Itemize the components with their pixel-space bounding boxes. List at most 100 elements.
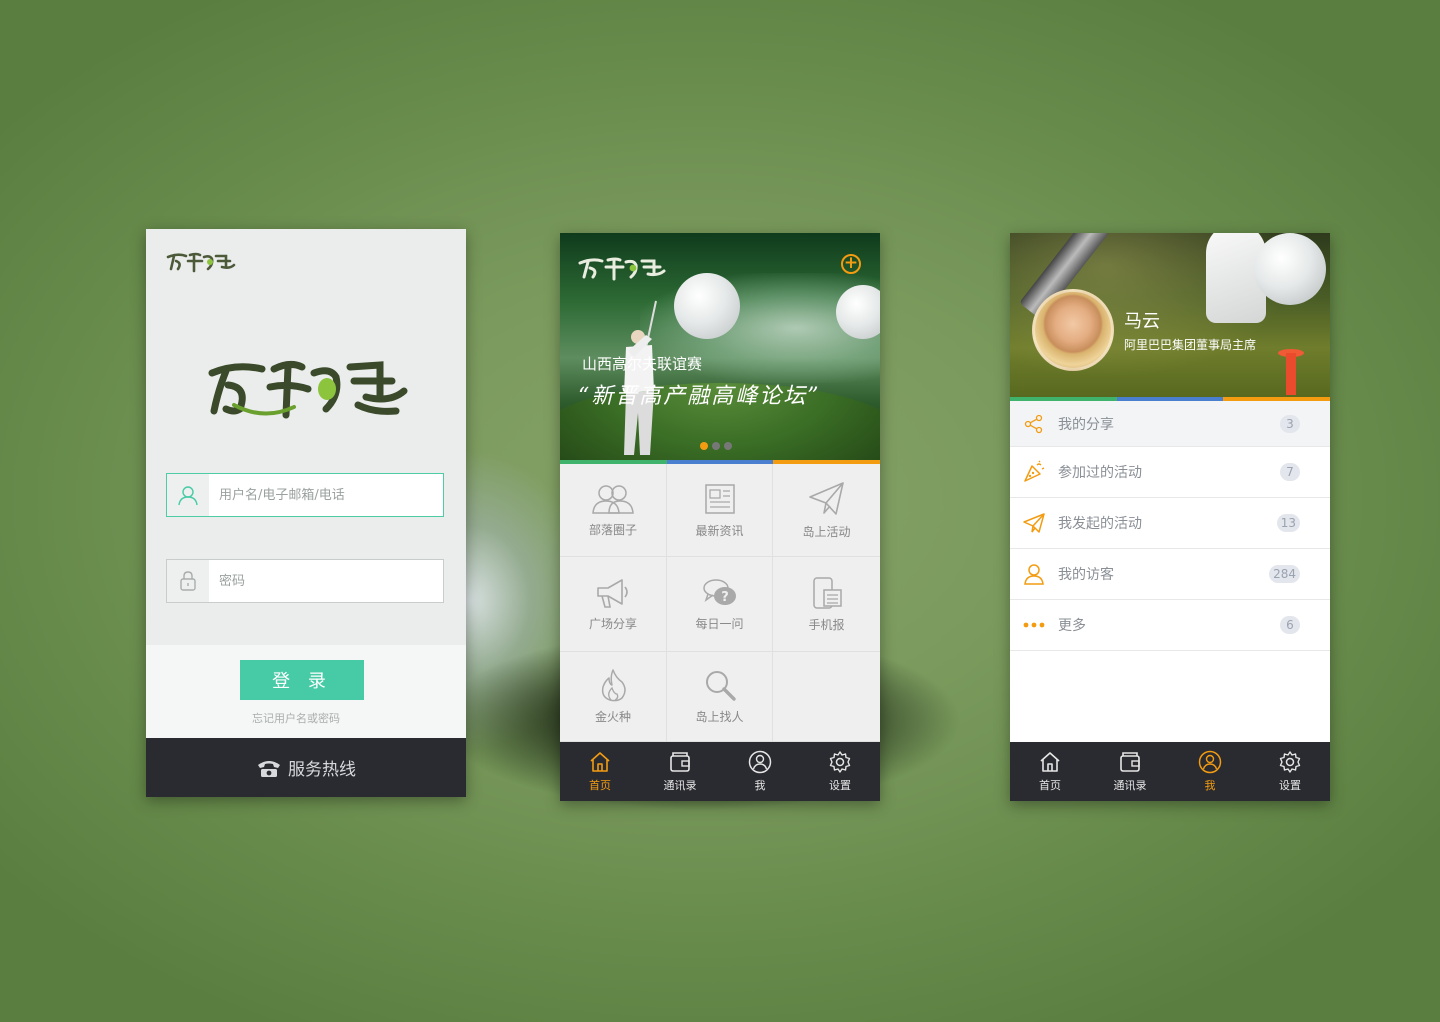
- profile-screen: 马云 阿里巴巴集团董事局主席 我的分享 3 参加过的活动 7 我发起的活动 13…: [1010, 233, 1330, 801]
- home-icon: [1040, 752, 1060, 772]
- tab-contacts[interactable]: 通讯录: [1090, 742, 1170, 801]
- tab-settings[interactable]: 设置: [800, 742, 880, 801]
- grid-item-label: 岛上找人: [695, 710, 744, 724]
- login-screen: 登 录 忘记用户名或密码 服务热线: [146, 229, 466, 797]
- grid-item-mobile-news[interactable]: 手机报: [773, 557, 880, 652]
- username-input[interactable]: [219, 474, 439, 516]
- profile-menu: 我的分享 3 参加过的活动 7 我发起的活动 13 我的访客 284 更多 6: [1010, 401, 1330, 651]
- profile-title: 阿里巴巴集团董事局主席: [1124, 338, 1257, 352]
- share-icon: [1024, 414, 1043, 433]
- grid-item-golden-fire[interactable]: 金火种: [560, 652, 667, 742]
- banner-carousel[interactable]: + 山西高尔夫联谊赛 “新晋高产融高峰论坛”: [560, 233, 880, 460]
- tab-settings[interactable]: 设置: [1250, 742, 1330, 801]
- app-logo-small: [578, 257, 666, 281]
- contacts-icon: [1120, 752, 1140, 772]
- profile-header: 马云 阿里巴巴集团董事局主席: [1010, 233, 1330, 397]
- menu-item-my-shares[interactable]: 我的分享 3: [1010, 401, 1330, 447]
- bottom-tab-bar: 首页 通讯录 我 设置: [560, 742, 880, 801]
- app-logo-small: [166, 252, 236, 273]
- count-badge: 13: [1276, 514, 1300, 532]
- carousel-dot[interactable]: [724, 442, 732, 450]
- golf-tee-image: [1286, 353, 1296, 395]
- count-badge: 3: [1280, 414, 1300, 433]
- user-icon: [1198, 750, 1222, 774]
- banner-subtitle: 山西高尔夫联谊赛: [582, 355, 703, 373]
- tab-label: 首页: [1039, 779, 1061, 792]
- service-hotline-button[interactable]: 服务热线: [146, 738, 466, 797]
- password-field[interactable]: [166, 559, 444, 603]
- feature-grid: 部落圈子 最新资讯 岛上活动 广场分享 ? 每日一问 手机报 金火种 岛上找人: [560, 464, 880, 742]
- grid-item-latest-news[interactable]: 最新资讯: [667, 464, 773, 557]
- tab-home[interactable]: 首页: [1010, 742, 1090, 801]
- telephone-icon: [258, 760, 280, 777]
- gear-icon: [829, 751, 851, 773]
- tab-me[interactable]: 我: [720, 742, 800, 801]
- grid-item-tribe-circle[interactable]: 部落圈子: [560, 464, 667, 557]
- tab-label: 首页: [589, 779, 611, 792]
- gear-icon: [1279, 751, 1301, 773]
- people-icon: [592, 484, 634, 514]
- user-icon: [167, 474, 209, 516]
- contacts-icon: [670, 752, 690, 772]
- count-badge: 284: [1269, 565, 1300, 583]
- home-screen: + 山西高尔夫联谊赛 “新晋高产融高峰论坛” 部落圈子 最新资讯 岛上活动 广场…: [560, 233, 880, 801]
- grid-item-empty: [773, 652, 880, 742]
- carousel-dot[interactable]: [700, 442, 708, 450]
- tab-label: 我: [754, 779, 766, 792]
- news-icon: [704, 483, 735, 514]
- grid-item-daily-question[interactable]: ? 每日一问: [667, 557, 773, 652]
- bottom-tab-bar: 首页 通讯录 我 设置: [1010, 742, 1330, 801]
- add-button[interactable]: +: [841, 254, 861, 274]
- grid-item-label: 金火种: [594, 710, 631, 724]
- grid-item-island-events[interactable]: 岛上活动: [773, 464, 880, 557]
- tab-me[interactable]: 我: [1170, 742, 1250, 801]
- party-cone-icon: [1024, 460, 1045, 482]
- tab-contacts[interactable]: 通讯录: [640, 742, 720, 801]
- flame-icon: [601, 669, 626, 702]
- more-dots-icon: [1023, 622, 1045, 628]
- paper-plane-icon: [1023, 513, 1045, 533]
- mobile-news-icon: [812, 576, 842, 609]
- grid-item-plaza-share[interactable]: 广场分享: [560, 557, 667, 652]
- menu-item-my-visitors[interactable]: 我的访客 284: [1010, 549, 1330, 600]
- grid-item-label: 手机报: [808, 617, 845, 632]
- grid-item-label: 最新资讯: [695, 523, 744, 538]
- tab-label: 设置: [1279, 779, 1301, 792]
- login-button[interactable]: 登 录: [240, 660, 364, 700]
- count-badge: 6: [1280, 616, 1300, 634]
- tab-home[interactable]: 首页: [560, 742, 640, 801]
- count-badge: 7: [1280, 463, 1300, 481]
- paper-plane-icon: [808, 481, 844, 515]
- grid-item-label: 部落圈子: [588, 522, 637, 537]
- magnifier-icon: [705, 671, 736, 701]
- tab-label: 我: [1204, 779, 1216, 792]
- question-bubble-icon: ?: [702, 578, 736, 605]
- golf-ball-image: [1254, 233, 1326, 305]
- password-input[interactable]: [219, 560, 439, 602]
- username-field[interactable]: [166, 473, 444, 517]
- tab-label: 设置: [829, 779, 851, 792]
- forgot-credentials-link[interactable]: 忘记用户名或密码: [146, 710, 446, 726]
- tab-label: 通讯录: [1113, 779, 1147, 792]
- svg-text:?: ?: [721, 590, 729, 605]
- menu-item-joined-events[interactable]: 参加过的活动 7: [1010, 447, 1330, 498]
- lock-icon: [167, 560, 209, 602]
- app-logo-large: [208, 360, 408, 419]
- visitor-icon: [1024, 564, 1044, 585]
- hotline-label: 服务热线: [288, 760, 356, 780]
- golf-ball-image: [674, 273, 740, 339]
- home-icon: [590, 752, 610, 772]
- grid-item-label: 每日一问: [695, 616, 744, 631]
- carousel-indicator[interactable]: [700, 442, 732, 450]
- grid-item-label: 广场分享: [588, 616, 637, 631]
- menu-item-my-events[interactable]: 我发起的活动 13: [1010, 498, 1330, 549]
- login-action-area: 登 录 忘记用户名或密码: [146, 645, 466, 738]
- menu-item-more[interactable]: 更多 6: [1010, 600, 1330, 651]
- tab-label: 通讯录: [663, 779, 697, 792]
- avatar[interactable]: [1032, 289, 1114, 371]
- banner-title: “新晋高产融高峰论坛”: [578, 384, 821, 409]
- profile-name: 马云: [1124, 311, 1160, 332]
- megaphone-icon: [597, 578, 628, 608]
- carousel-dot[interactable]: [712, 442, 720, 450]
- grid-item-find-people[interactable]: 岛上找人: [667, 652, 773, 742]
